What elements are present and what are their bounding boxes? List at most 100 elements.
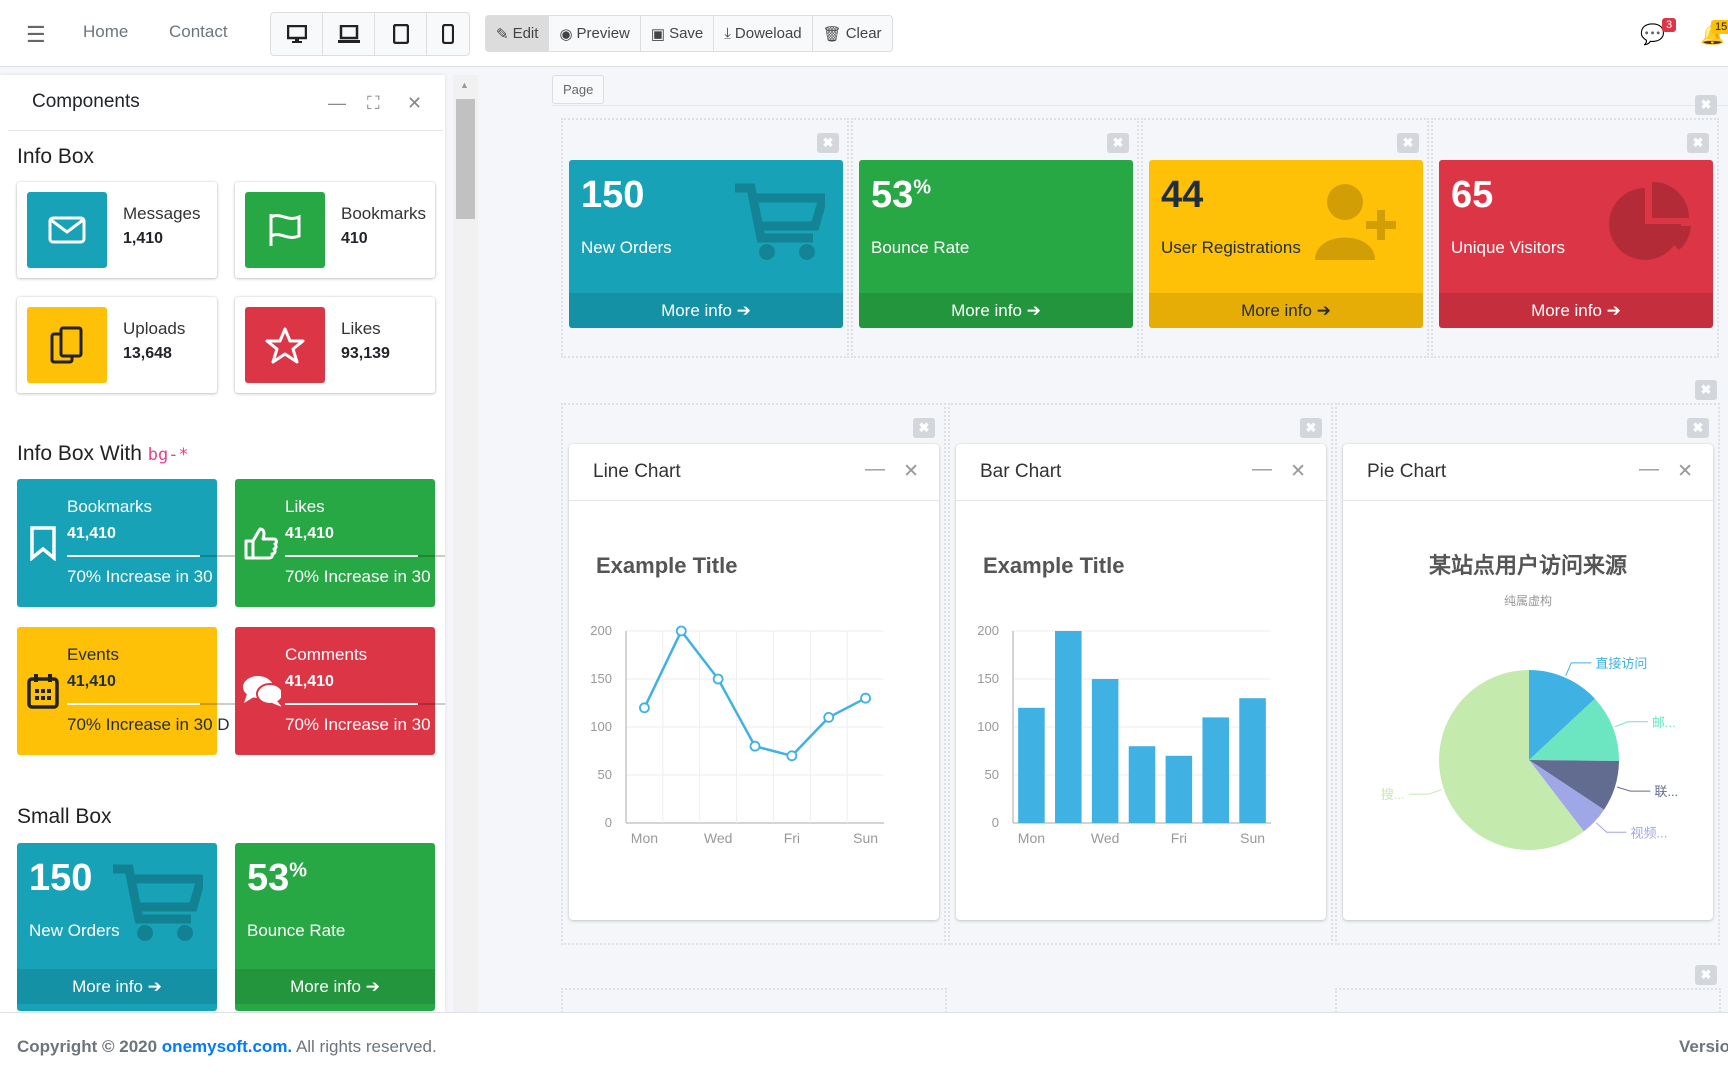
mobile-icon: [442, 24, 454, 44]
arrow-circle-right-icon: ➔: [1026, 301, 1041, 320]
point-Thu: [749, 740, 761, 752]
floppy-icon: ▣: [650, 25, 666, 43]
remove-cell-button[interactable]: ✖: [1300, 418, 1322, 438]
chart-icon: [1025, 182, 1115, 262]
more-info-link[interactable]: More info ➔: [1149, 293, 1423, 328]
y-tick-label: 100: [977, 719, 999, 734]
pie-label: 搜...: [1381, 787, 1405, 802]
small-box-label: Bounce Rate: [247, 921, 346, 940]
close-icon[interactable]: ✕: [903, 460, 919, 483]
chart-card-2: Pie Chart — ✕ 某站点用户访问来源 纯属虚构 直接访问 邮... 联... 视频…: [1343, 444, 1713, 920]
heading-text: Info Box With: [17, 442, 148, 465]
small-box-value: 150: [29, 857, 93, 899]
hamburger-menu-icon[interactable]: ☰: [26, 22, 46, 48]
preview-button[interactable]: ◉ Preview: [549, 16, 641, 51]
remove-row-button[interactable]: ✖: [1695, 380, 1717, 400]
value-unit: %: [289, 859, 308, 882]
pie-label: 直接访问: [1595, 656, 1647, 671]
x-tick-label: Sun: [853, 830, 878, 846]
bg-box-comments[interactable]: Comments 41,410 70% Increase in 30 Days: [235, 627, 445, 755]
info-box-messages[interactable]: Messages 1,410: [17, 182, 217, 278]
chart-title: 某站点用户访问来源: [1429, 553, 1627, 578]
minimize-icon[interactable]: —: [865, 458, 885, 481]
tablet-view-button[interactable]: [375, 13, 427, 55]
chart-title: Example Title: [983, 553, 1124, 578]
minimize-icon[interactable]: —: [1639, 458, 1659, 481]
bookmark-icon: [23, 519, 63, 567]
page-tab[interactable]: Page: [552, 75, 605, 104]
bar-Tue: [1055, 631, 1082, 823]
bg-box-label: Events: [67, 645, 119, 664]
trash-icon: 🗑: [822, 25, 842, 43]
bg-box-label: Comments: [285, 645, 368, 664]
sidebar-scrollbar[interactable]: ▲: [453, 75, 478, 1012]
download-label: Doweload: [734, 25, 802, 42]
remove-cell-button[interactable]: ✖: [1107, 133, 1129, 153]
download-button[interactable]: ⤓ Doweload: [714, 16, 813, 51]
comments-icon: [241, 667, 281, 715]
point-Sat: [823, 711, 835, 723]
remove-cell-button[interactable]: ✖: [1397, 133, 1419, 153]
remove-cell-button[interactable]: ✖: [913, 418, 935, 438]
bg-box-bookmarks[interactable]: Bookmarks 41,410 70% Increase in 30 Days: [17, 479, 289, 607]
small-box-value: 53%: [871, 174, 932, 216]
pie-leader-line: [1565, 662, 1592, 676]
info-box-uploads[interactable]: Uploads 13,648: [17, 297, 217, 393]
desktop-icon: [286, 25, 307, 43]
clear-button[interactable]: 🗑 Clear: [813, 16, 892, 51]
small-box: 150 New Orders More info ➔: [569, 160, 843, 328]
bg-box-desc: 70% Increase in 30 Days: [285, 715, 435, 734]
flag-icon: [245, 192, 325, 268]
user-plus-icon: [1315, 184, 1396, 260]
minimize-icon[interactable]: —: [1252, 458, 1272, 481]
save-button[interactable]: ▣ Save: [641, 16, 715, 51]
point-Wed: [712, 673, 724, 685]
remove-cell-button[interactable]: ✖: [817, 133, 839, 153]
x-tick-label: Fri: [1171, 830, 1187, 846]
close-icon[interactable]: ✕: [1677, 460, 1693, 483]
desktop-view-button[interactable]: [271, 13, 323, 55]
more-info-link[interactable]: More info ➔: [859, 293, 1133, 328]
card-title: Line Chart: [593, 461, 681, 482]
x-tick-label: Mon: [1018, 830, 1045, 846]
minimize-icon[interactable]: —: [328, 93, 346, 114]
download-icon: ⤓: [724, 25, 731, 42]
scrollbar-thumb[interactable]: [456, 99, 475, 219]
mobile-view-button[interactable]: [427, 13, 469, 55]
nav-contact-link[interactable]: Contact: [169, 22, 228, 42]
remove-row-button[interactable]: ✖: [1695, 965, 1717, 985]
bg-box-value: 41,410: [67, 525, 116, 542]
close-icon[interactable]: ✕: [407, 93, 422, 114]
scroll-up-arrow-icon[interactable]: ▲: [460, 80, 469, 90]
expand-icon[interactable]: ⛶: [367, 93, 380, 114]
divider: [8, 130, 443, 131]
bg-box-events[interactable]: Events 41,410 70% Increase in 30 D: [17, 627, 289, 755]
chart-svg: Example Title 0 50 100 150 200 Mon Wed Fri Sun: [977, 553, 1271, 846]
card-title: Bar Chart: [980, 461, 1062, 482]
more-info-link[interactable]: More info ➔: [569, 293, 843, 328]
info-box-value: 1,410: [123, 230, 164, 247]
edit-button[interactable]: ✎ Edit: [486, 16, 550, 51]
info-box-heading: Info Box: [17, 145, 95, 168]
more-info-link[interactable]: More info ➔: [17, 969, 217, 1004]
chart-title: Example Title: [596, 553, 737, 578]
remove-cell-button[interactable]: ✖: [1687, 133, 1709, 153]
laptop-view-button[interactable]: [323, 13, 375, 55]
components-panel: Components — ⛶ ✕ Info Box Messages 1,410…: [0, 75, 445, 1012]
remove-row-button[interactable]: ✖: [1695, 95, 1717, 115]
more-info-link[interactable]: More info ➔: [1439, 293, 1713, 328]
info-box-bookmarks[interactable]: Bookmarks 410: [235, 182, 435, 278]
top-navbar: ☰ Home Contact ✎ Edit ◉ Preview ▣ Save ⤓ Dow…: [0, 0, 1728, 67]
info-box-likes[interactable]: Likes 93,139: [235, 297, 435, 393]
remove-cell-button[interactable]: ✖: [1687, 418, 1709, 438]
bg-box-likes[interactable]: Likes 41,410 70% Increase in 30 Days: [235, 479, 445, 607]
more-info-link[interactable]: More info ➔: [235, 969, 435, 1004]
nav-home-link[interactable]: Home: [83, 22, 128, 42]
brand-link[interactable]: onemysoft.com.: [162, 1037, 292, 1056]
chart-subtitle: 纯属虚构: [1504, 593, 1552, 608]
copyright-text: Copyright © 2020: [17, 1037, 162, 1056]
pie-label: 视频...: [1631, 825, 1668, 840]
chart-svg: 某站点用户访问来源纯属虚构直接访问邮... 联... 视频... 搜...: [1381, 553, 1678, 850]
bg-box-value: 41,410: [67, 673, 116, 690]
close-icon[interactable]: ✕: [1290, 460, 1306, 483]
